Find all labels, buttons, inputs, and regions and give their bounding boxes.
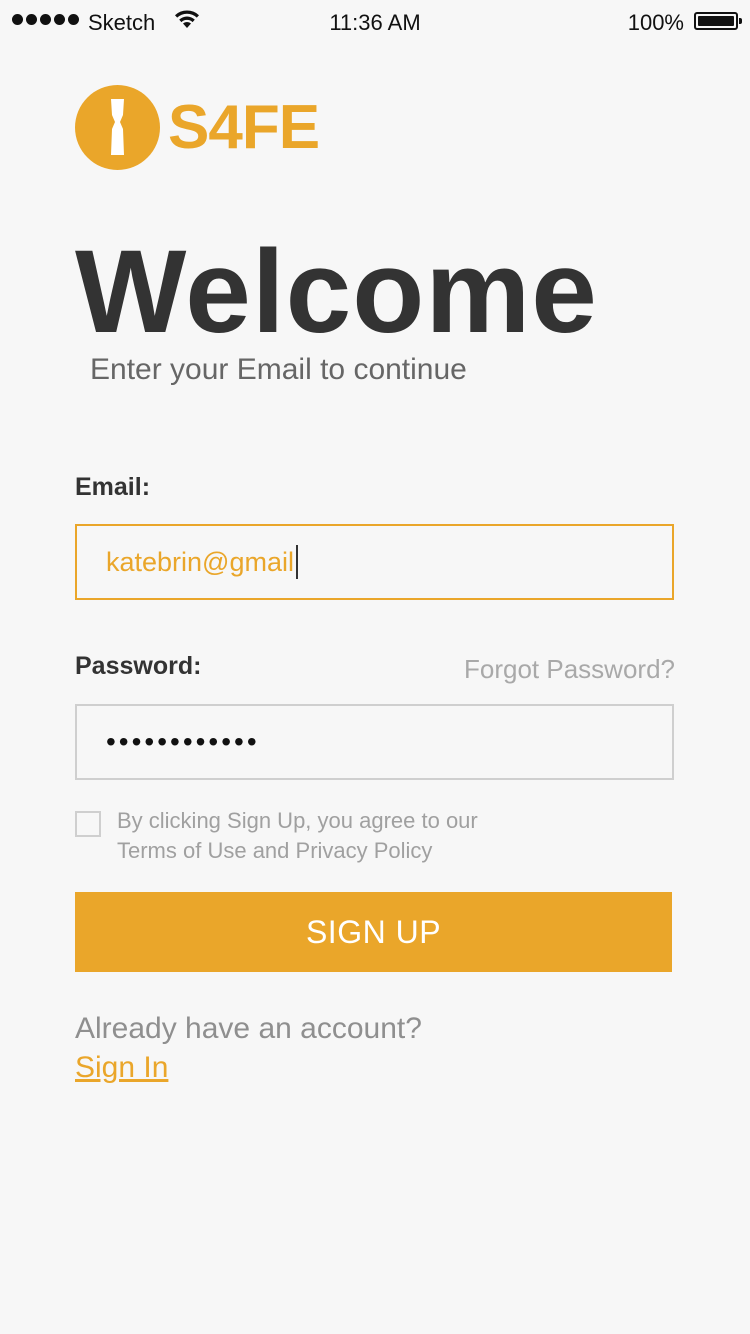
logo-text: S4FE xyxy=(168,92,320,162)
password-field[interactable]: •••••••••••• xyxy=(75,704,674,780)
email-label: Email: xyxy=(75,473,151,501)
page-title: Welcome xyxy=(75,226,598,358)
status-bar: Sketch 11:36 AM 100% xyxy=(0,0,750,44)
signup-screen: Sketch 11:36 AM 100% S4FE Welcome Enter … xyxy=(0,0,750,1334)
app-logo: S4FE xyxy=(75,85,320,170)
already-have-account-text: Already have an account? xyxy=(75,1012,422,1045)
email-field[interactable]: katebrin@gmail xyxy=(75,524,674,600)
text-cursor xyxy=(296,545,298,579)
battery-percentage: 100% xyxy=(627,10,684,35)
page-subtitle: Enter your Email to continue xyxy=(90,353,467,386)
terms-line-2: Terms of Use and Privacy Policy xyxy=(117,838,433,863)
logo-keyhole-icon xyxy=(75,85,160,170)
sign-in-link[interactable]: Sign In xyxy=(75,1051,168,1085)
terms-checkbox[interactable] xyxy=(75,811,101,837)
forgot-password-link[interactable]: Forgot Password? xyxy=(464,654,675,685)
password-label: Password: xyxy=(75,652,202,680)
sign-up-button[interactable]: SIGN UP xyxy=(75,892,672,972)
battery-icon xyxy=(694,12,742,30)
terms-agreement: By clicking Sign Up, you agree to our Te… xyxy=(75,806,478,866)
terms-line-1: By clicking Sign Up, you agree to our xyxy=(117,808,478,833)
terms-text: By clicking Sign Up, you agree to our Te… xyxy=(117,806,478,866)
email-value: katebrin@gmail xyxy=(106,546,294,577)
password-value: •••••••••••• xyxy=(106,726,260,757)
